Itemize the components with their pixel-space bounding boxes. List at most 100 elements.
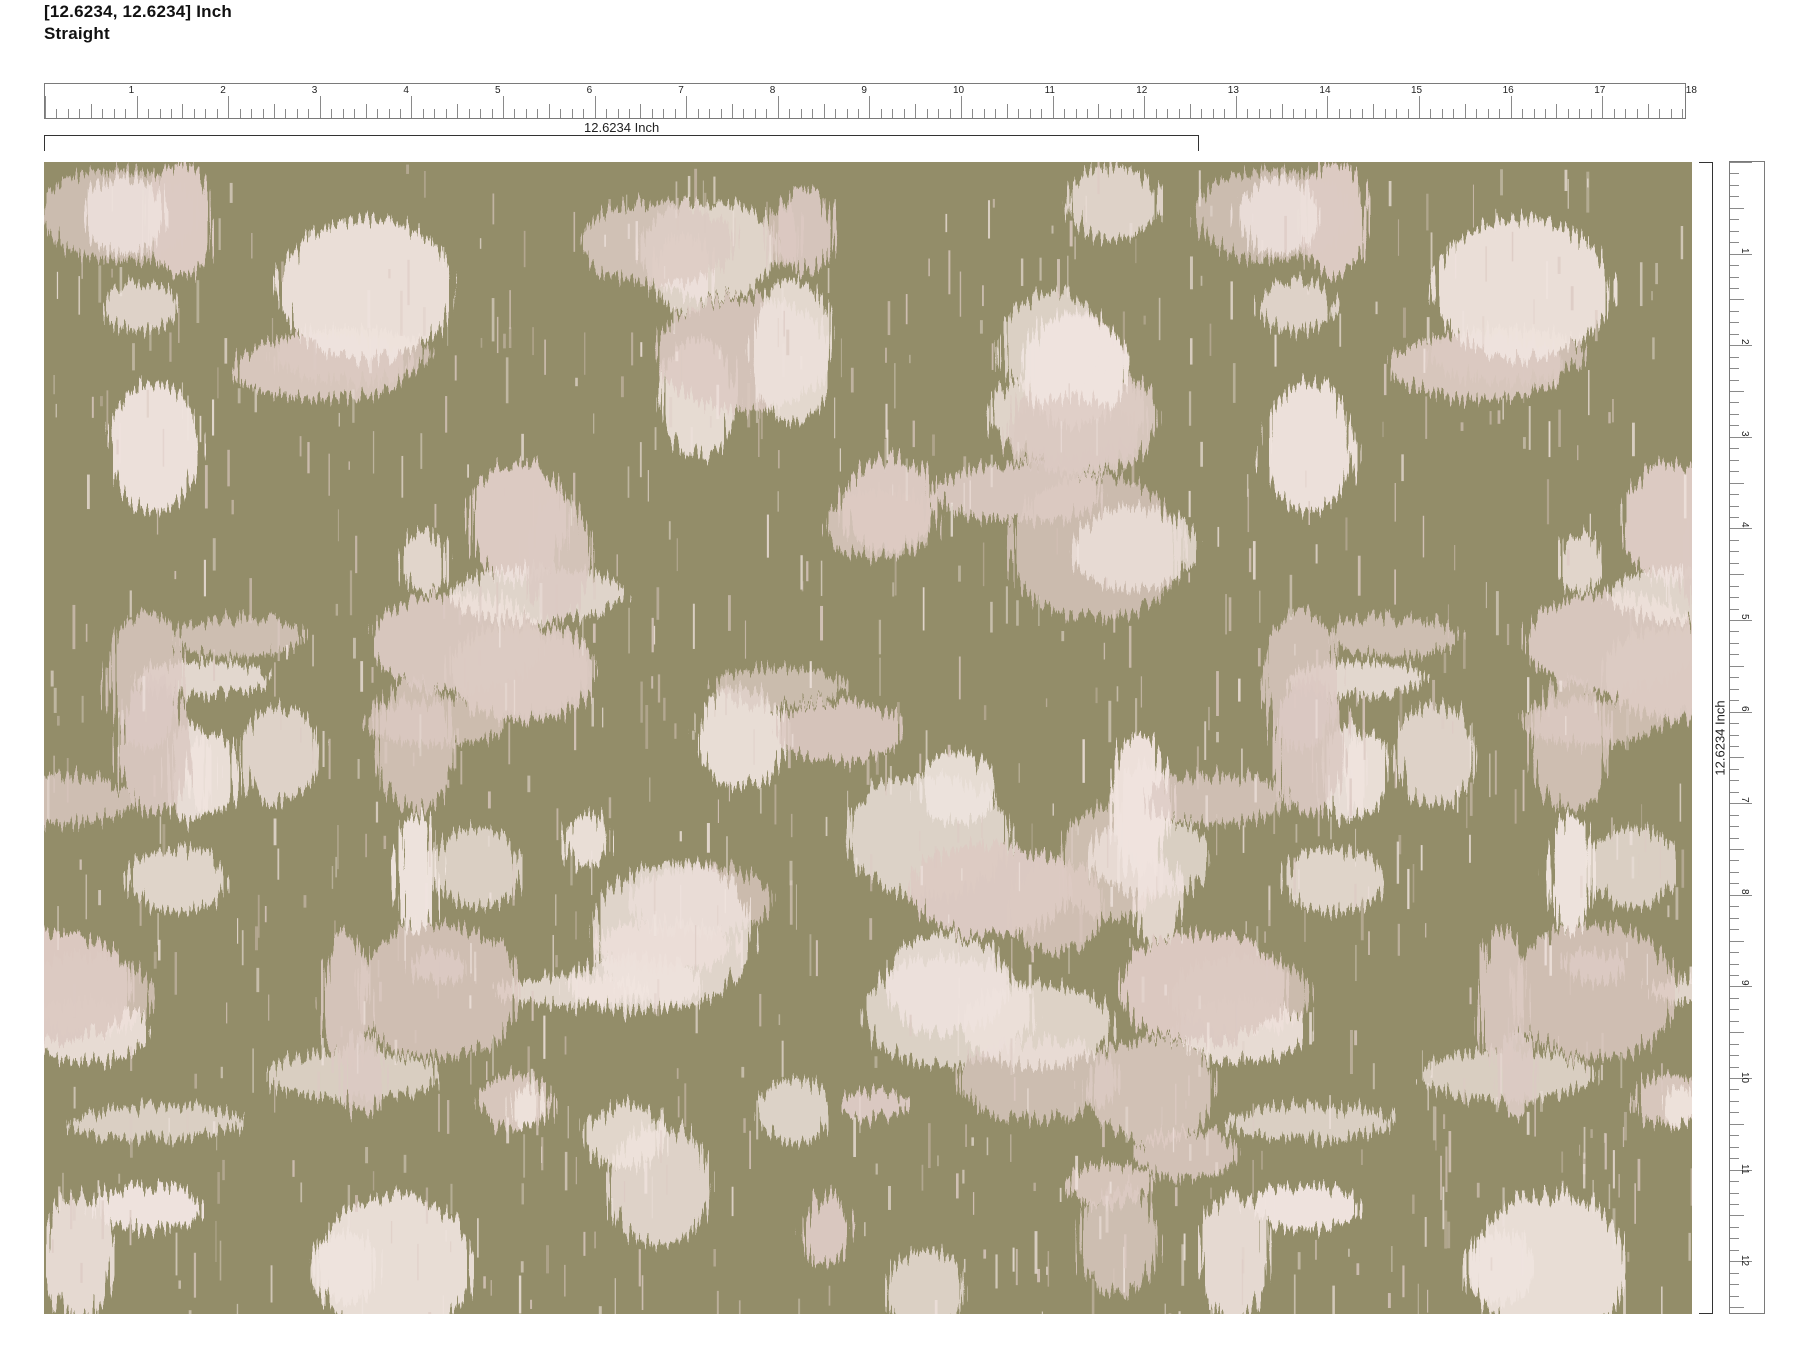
ruler-tick: [1327, 96, 1329, 118]
ikat-streak: [175, 1232, 178, 1276]
ikat-streak: [1143, 315, 1146, 325]
ikat-streak: [98, 890, 102, 906]
ruler-label: 12: [1136, 85, 1148, 96]
ikat-streak: [1317, 798, 1320, 837]
ikat-streak: [338, 412, 340, 427]
ikat-streak: [1367, 886, 1370, 899]
ikat-streak: [869, 918, 873, 940]
pattern-motif: [1247, 1185, 1360, 1230]
ikat-streak: [241, 930, 244, 966]
ikat-streak: [874, 1056, 878, 1068]
ikat-streak: [425, 882, 428, 926]
ikat-streak: [680, 884, 682, 929]
ikat-streak: [277, 618, 280, 662]
ikat-streak: [1668, 577, 1670, 605]
pattern-motif: [1088, 1037, 1215, 1144]
pattern-motif: [375, 678, 455, 810]
ruler-tick: [1121, 109, 1123, 118]
ikat-streak: [1592, 1179, 1594, 1214]
ikat-streak: [1497, 410, 1501, 424]
ruler-tick: [422, 109, 424, 118]
ikat-streak: [483, 1276, 486, 1289]
ikat-streak: [541, 1137, 544, 1171]
ruler-tick: [1315, 109, 1317, 118]
ikat-streak: [477, 1218, 479, 1258]
ruler-tick: [789, 109, 791, 118]
ruler-tick: [308, 109, 310, 118]
ikat-streak: [129, 1115, 133, 1158]
ikat-streak: [292, 1160, 295, 1177]
ikat-streak: [1521, 1232, 1524, 1276]
ikat-streak: [1637, 1158, 1641, 1191]
pattern-motif: [1273, 677, 1346, 814]
ikat-streak: [72, 604, 76, 650]
ikat-streak: [1113, 1268, 1115, 1295]
ruler-tick: [1730, 986, 1752, 988]
ikat-streak: [56, 715, 60, 726]
ruler-tick: [1430, 109, 1432, 118]
ikat-streak: [357, 758, 360, 779]
ikat-streak: [593, 413, 595, 434]
ikat-streak: [162, 428, 165, 467]
ikat-streak: [1566, 549, 1570, 566]
pattern-motif: [593, 861, 753, 1007]
ikat-streak: [62, 1172, 64, 1202]
ikat-streak: [152, 445, 154, 455]
ikat-streak: [1500, 169, 1503, 196]
ikat-streak: [271, 318, 274, 346]
ruler-tick: [1190, 104, 1191, 118]
ruler-tick: [1730, 906, 1739, 908]
ikat-streak: [503, 333, 506, 349]
ikat-streak: [174, 952, 177, 995]
ruler-tick: [56, 109, 58, 118]
ruler-label: 17: [1594, 85, 1606, 96]
ikat-streak: [322, 730, 325, 768]
ikat-streak: [608, 199, 611, 209]
ikat-streak: [1150, 1176, 1153, 1211]
ikat-streak: [969, 480, 971, 510]
ikat-streak: [91, 396, 94, 418]
ikat-streak: [1590, 1129, 1593, 1138]
ikat-streak: [675, 351, 679, 362]
ikat-streak: [728, 781, 731, 802]
ruler-tick: [1029, 109, 1031, 118]
ikat-streak: [1105, 1195, 1109, 1233]
ikat-streak: [450, 1183, 453, 1215]
ikat-streak: [884, 540, 888, 559]
ikat-streak: [716, 384, 720, 420]
ikat-streak: [458, 610, 461, 625]
ruler-tick: [1730, 1032, 1744, 1034]
ruler-tick: [1579, 109, 1581, 118]
ruler-tick: [709, 109, 711, 118]
ikat-streak: [582, 613, 584, 656]
ikat-streak: [749, 1130, 752, 1170]
ruler-tick: [411, 96, 413, 118]
ikat-streak: [1266, 953, 1269, 982]
ruler-label: 2: [1739, 339, 1750, 345]
ikat-streak: [212, 1121, 216, 1134]
ikat-streak: [1587, 178, 1589, 188]
ikat-streak: [337, 825, 339, 870]
ruler-tick: [617, 109, 619, 118]
ruler-tick: [628, 109, 630, 118]
ikat-streak: [1068, 945, 1071, 974]
ikat-streak: [716, 1290, 719, 1314]
ruler-tick: [1730, 803, 1752, 805]
ruler-tick: [1602, 96, 1604, 118]
pattern-motif: [714, 668, 845, 706]
pattern-motif: [1120, 933, 1288, 1043]
ikat-streak: [676, 197, 679, 231]
ikat-streak: [1309, 1012, 1312, 1045]
ikat-streak: [627, 223, 630, 239]
ikat-streak: [1412, 864, 1415, 903]
ruler-tick: [1018, 109, 1020, 118]
ikat-streak: [800, 355, 803, 370]
ruler-tick: [1730, 539, 1739, 541]
ikat-streak: [153, 951, 157, 969]
ikat-streak: [280, 712, 282, 731]
ruler-tick: [182, 104, 184, 118]
ikat-streak: [227, 449, 230, 487]
ikat-streak: [508, 722, 511, 765]
ikat-streak: [365, 833, 367, 858]
ikat-streak: [355, 1195, 358, 1212]
